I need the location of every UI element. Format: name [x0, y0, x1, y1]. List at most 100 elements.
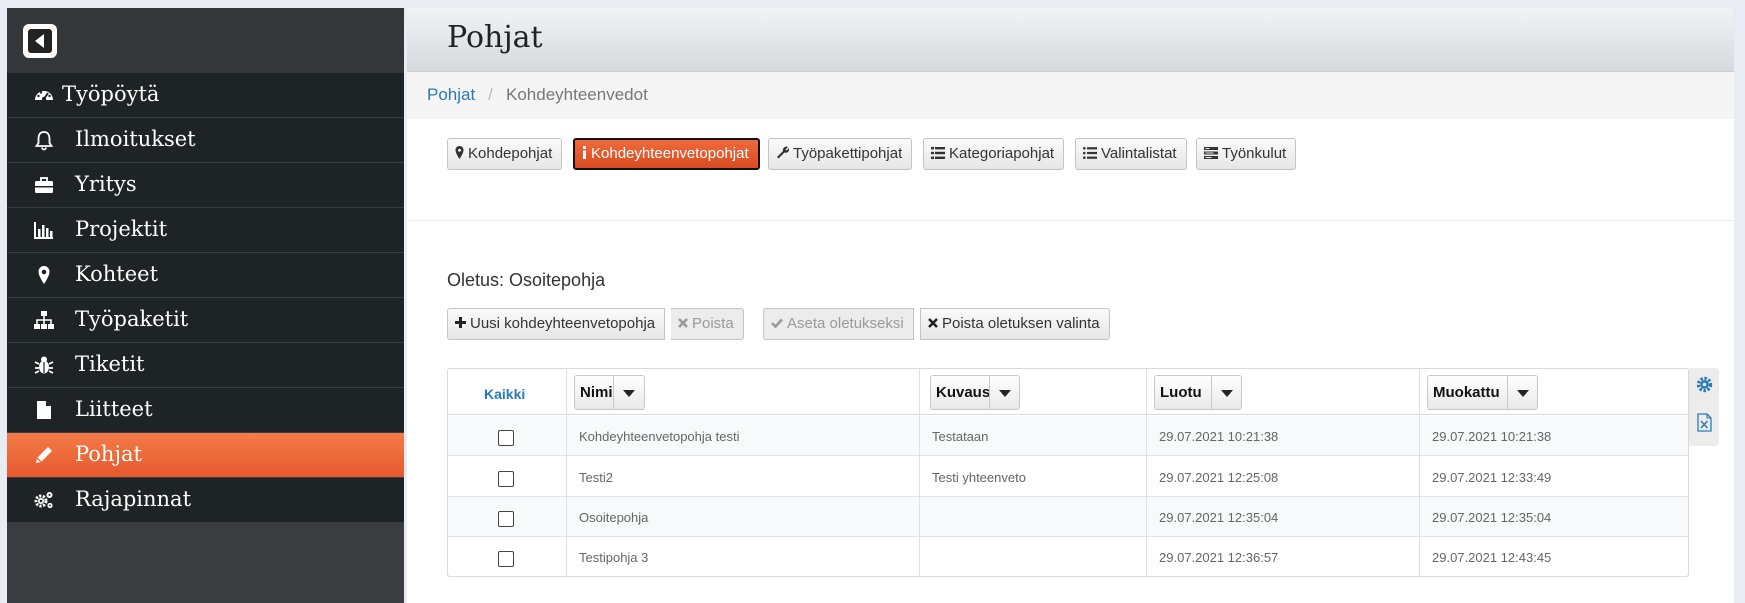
- excel-export-icon[interactable]: [1697, 413, 1712, 432]
- column-header-divider: [613, 376, 614, 409]
- sidebar-item-projektit[interactable]: Projektit: [7, 208, 404, 252]
- clear-default-button[interactable]: Poista oletuksen valinta: [920, 308, 1110, 340]
- tab-label: Kategoriapohjat: [949, 145, 1055, 162]
- column-header-kuvaus[interactable]: Kuvaus: [930, 375, 1020, 410]
- column-header-label: Muokattu: [1433, 384, 1500, 401]
- caret-down-icon[interactable]: [999, 390, 1011, 397]
- sidebar-item-tyopaketit[interactable]: Työpaketit: [7, 298, 404, 342]
- breadcrumb-current: Kohdeyhteenvedot: [506, 85, 648, 104]
- pencil-icon: [36, 447, 52, 463]
- caret-left-icon: [28, 29, 52, 53]
- button-label: Poista oletuksen valinta: [942, 315, 1100, 332]
- column-header-luotu[interactable]: Luotu: [1154, 375, 1242, 410]
- collapse-sidebar-button[interactable]: [23, 24, 57, 58]
- breadcrumb-separator: /: [488, 85, 493, 104]
- tab-kohdepohjat[interactable]: Kohdepohjat: [447, 138, 563, 170]
- cell-modified: 29.07.2021 10:21:38: [1432, 429, 1552, 444]
- plus-icon: [455, 317, 466, 329]
- main-panel: Pohjat Pohjat / Kohdeyhteenvedot Kohdepo…: [407, 8, 1734, 603]
- sidebar-item-yritys[interactable]: Yritys: [7, 163, 404, 207]
- info-icon: [583, 146, 586, 160]
- button-label: Uusi kohdeyhteenvetopohja: [470, 315, 656, 332]
- tab-label: Kohdeyhteenvetopohjat: [591, 145, 749, 162]
- row-checkbox[interactable]: [498, 430, 514, 446]
- new-template-button[interactable]: Uusi kohdeyhteenvetopohja: [447, 308, 666, 340]
- bar-chart-icon: [34, 222, 53, 239]
- tab-label: Kohdepohjat: [468, 145, 553, 162]
- column-header-label: Kuvaus: [936, 384, 991, 401]
- map-marker-icon: [38, 266, 50, 284]
- sidebar-item-pohjat[interactable]: Pohjat: [7, 433, 404, 477]
- cell-name: Testipohja 3: [579, 550, 649, 565]
- page-header: Pohjat: [407, 8, 1734, 72]
- table-row[interactable]: Testi2 Testi yhteenveto 29.07.2021 12:25…: [448, 457, 1688, 497]
- file-icon: [37, 401, 51, 419]
- sidebar-item-rajapinnat[interactable]: Rajapinnat: [7, 478, 404, 522]
- delete-button[interactable]: Poista: [671, 308, 744, 340]
- sidebar-item-label: Työpöytä: [62, 82, 160, 106]
- column-divider: [919, 369, 920, 576]
- column-header-divider: [1507, 376, 1508, 409]
- cell-modified: 29.07.2021 12:33:49: [1432, 470, 1552, 485]
- caret-down-icon[interactable]: [1221, 390, 1233, 397]
- list-ul-icon: [1083, 146, 1097, 159]
- page-title: Pohjat: [447, 20, 543, 55]
- briefcase-icon: [35, 177, 53, 193]
- sidebar: Työpöytä Ilmoitukset Yritys Projektit Ko…: [7, 8, 404, 603]
- table-header: Kaikki Nimi Kuvaus Luotu Muokattu: [448, 369, 1688, 415]
- column-divider: [566, 369, 567, 576]
- row-checkbox[interactable]: [498, 471, 514, 487]
- sidebar-item-tiketit[interactable]: Tiketit: [7, 343, 404, 387]
- tab-kategoriapohjat[interactable]: Kategoriapohjat: [923, 138, 1065, 170]
- bell-icon: [34, 131, 54, 151]
- caret-down-icon[interactable]: [623, 390, 635, 397]
- dashboard-icon: [35, 91, 53, 102]
- column-divider: [1146, 369, 1147, 576]
- tab-valintalistat[interactable]: Valintalistat: [1075, 138, 1187, 170]
- column-header-muokattu[interactable]: Muokattu: [1427, 375, 1538, 410]
- gear-icon[interactable]: [1696, 376, 1713, 393]
- section-divider: [407, 220, 1734, 221]
- row-checkbox[interactable]: [498, 551, 514, 567]
- set-default-button[interactable]: Aseta oletukseksi: [763, 308, 914, 340]
- cell-created: 29.07.2021 12:25:08: [1159, 470, 1279, 485]
- sidebar-item-label: Liitteet: [75, 397, 153, 421]
- table-tools: [1689, 368, 1719, 446]
- bug-icon: [34, 356, 54, 374]
- table-row[interactable]: Testipohja 3 29.07.2021 12:36:57 29.07.2…: [448, 537, 1688, 576]
- column-header-divider: [989, 376, 990, 409]
- column-header-label: Nimi: [580, 384, 613, 401]
- sidebar-item-ilmoitukset[interactable]: Ilmoitukset: [7, 118, 404, 162]
- cell-description: Testi yhteenveto: [932, 470, 1026, 485]
- cell-created: 29.07.2021 12:35:04: [1159, 510, 1279, 525]
- cell-name: Testi2: [579, 470, 613, 485]
- table-row[interactable]: Kohdeyhteenvetopohja testi Testataan 29.…: [448, 416, 1688, 456]
- breadcrumb: Pohjat / Kohdeyhteenvedot: [407, 72, 1734, 119]
- tab-kohdeyhteenvetopohjat[interactable]: Kohdeyhteenvetopohjat: [573, 138, 760, 170]
- button-label: Aseta oletukseksi: [787, 315, 904, 332]
- caret-down-icon[interactable]: [1517, 390, 1529, 397]
- tab-tyonkulut[interactable]: Työnkulut: [1196, 138, 1297, 170]
- map-marker-icon: [455, 146, 464, 160]
- column-header-nimi[interactable]: Nimi: [574, 375, 645, 410]
- templates-table: Kaikki Nimi Kuvaus Luotu Muokattu Kohdey…: [447, 368, 1689, 577]
- breadcrumb-link-pohjat[interactable]: Pohjat: [427, 85, 475, 105]
- cell-modified: 29.07.2021 12:35:04: [1432, 510, 1552, 525]
- tab-tyopakettipohjat[interactable]: Työpakettipohjat: [768, 138, 913, 170]
- select-all-link[interactable]: Kaikki: [484, 386, 525, 402]
- sidebar-item-tyopoyta[interactable]: Työpöytä: [7, 73, 404, 117]
- sidebar-header: [7, 8, 404, 73]
- tab-label: Työnkulut: [1222, 145, 1287, 162]
- sidebar-item-label: Yritys: [75, 172, 137, 196]
- table-row[interactable]: Osoitepohja 29.07.2021 12:35:04 29.07.20…: [448, 497, 1688, 537]
- row-checkbox[interactable]: [498, 511, 514, 527]
- cell-description: Testataan: [932, 429, 989, 444]
- sidebar-item-kohteet[interactable]: Kohteet: [7, 253, 404, 297]
- sidebar-item-liitteet[interactable]: Liitteet: [7, 388, 404, 432]
- column-divider: [1419, 369, 1420, 576]
- column-header-divider: [1211, 376, 1212, 409]
- sidebar-item-label: Työpaketit: [75, 307, 189, 331]
- list-icon: [931, 146, 945, 159]
- sidebar-item-label: Tiketit: [75, 352, 145, 376]
- tab-label: Työpakettipohjat: [793, 145, 903, 162]
